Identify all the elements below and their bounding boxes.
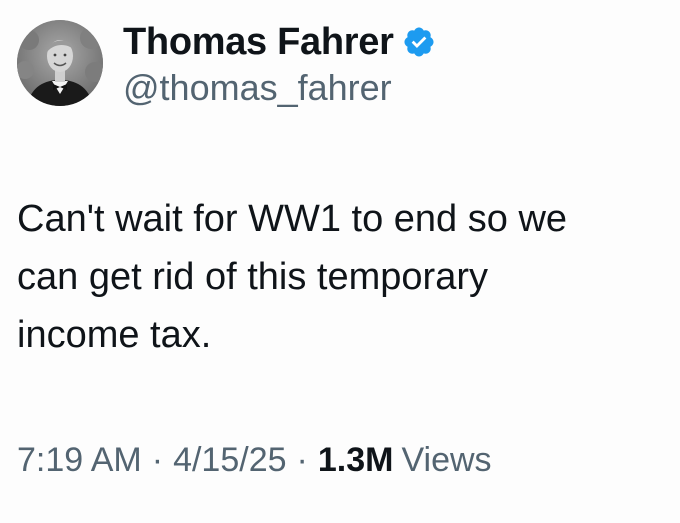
- display-name[interactable]: Thomas Fahrer: [123, 20, 394, 64]
- views-count[interactable]: 1.3M: [318, 438, 394, 482]
- user-handle[interactable]: @thomas_fahrer: [123, 66, 436, 110]
- tweet-date[interactable]: 4/15/25: [173, 438, 286, 482]
- name-row: Thomas Fahrer: [123, 20, 436, 64]
- tweet-text: Can't wait for WW1 to end so we can get …: [17, 198, 568, 356]
- tweet-card: Thomas Fahrer @thomas_fahrer Can't wait …: [0, 0, 680, 523]
- tweet-meta: 7:19 AM · 4/15/25 · 1.3M Views: [17, 438, 492, 482]
- meta-separator: ·: [151, 441, 164, 479]
- user-names: Thomas Fahrer @thomas_fahrer: [123, 20, 436, 110]
- views-label: Views: [401, 441, 492, 479]
- meta-separator: ·: [296, 441, 308, 479]
- avatar-image: [17, 20, 103, 106]
- tweet-header: Thomas Fahrer @thomas_fahrer: [17, 20, 436, 110]
- tweet-time[interactable]: 7:19 AM: [17, 438, 142, 482]
- verified-badge-icon: [402, 25, 436, 59]
- avatar[interactable]: [17, 20, 103, 106]
